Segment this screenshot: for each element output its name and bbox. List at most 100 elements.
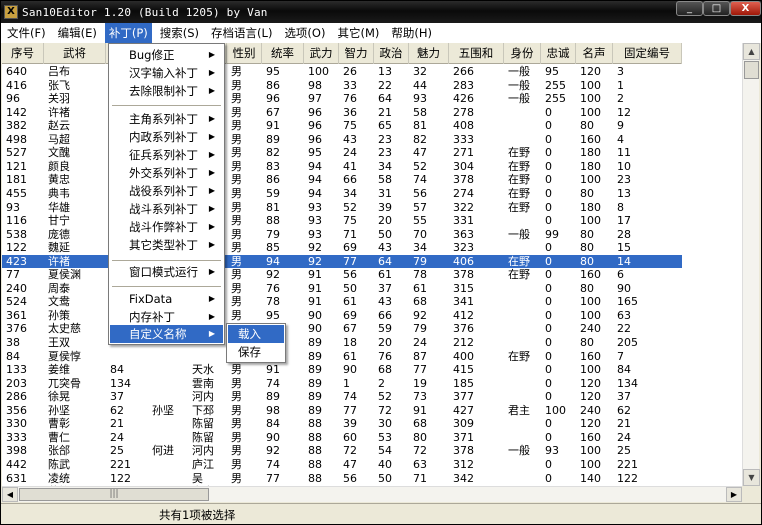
table-row[interactable]: 93华雄天水男8193523957322在野01808 <box>2 201 682 215</box>
table-cell-col-status: 在野 <box>508 159 530 173</box>
table-row[interactable]: 416张飞刘备男8698332244283一般2551001 <box>2 79 682 93</box>
table-row[interactable]: 538庞德武威男7993715070363一般998028 <box>2 228 682 242</box>
menu-item-kanji-input[interactable]: 汉字输入补丁 ▶ <box>110 64 223 82</box>
menu-item-remove-limits[interactable]: 去除限制补丁 ▶ <box>110 82 223 100</box>
table-row[interactable]: 38王双男6189182024212080205 <box>2 336 682 350</box>
scroll-right-icon[interactable]: ▶ <box>726 487 742 502</box>
menu-file[interactable]: 文件(F) <box>3 23 50 43</box>
table-cell-col-gender: 男 <box>231 444 242 458</box>
table-row[interactable]: 203 兀突骨 134 雲南 男 74 89 1 2 19 185 0 120 134 <box>2 377 682 391</box>
scroll-down-icon[interactable]: ▼ <box>743 469 760 486</box>
menu-item-custom-name[interactable]: 自定义名称 ▶ <box>110 325 223 343</box>
menu-item-bug-fix[interactable]: Bug修正 ▶ <box>110 46 223 64</box>
table-cell-col-leadership: 89 <box>266 390 280 404</box>
column-header-col-politics[interactable]: 政治 <box>374 43 409 64</box>
table-row[interactable]: 498马超武威男899643238233301604 <box>2 133 682 147</box>
table-row[interactable]: 631 凌统 122 吴 男 77 88 56 50 71 342 0 140 122 <box>2 472 682 486</box>
table-row[interactable]: 382赵云北平男91967565814080809 <box>2 119 682 133</box>
menu-edit[interactable]: 编辑(E) <box>54 23 101 43</box>
table-cell-col-politics: 52 <box>378 390 392 404</box>
table-row[interactable]: 286 徐晃 37 河内 男 89 89 74 52 73 377 0 120 37 <box>2 390 682 404</box>
table-row[interactable]: 376太史慈北海男8190675979376024022 <box>2 322 682 336</box>
table-cell-col-gender: 男 <box>231 214 242 228</box>
table-cell-col-fame: 80 <box>580 336 594 349</box>
column-header-col-gender[interactable]: 性别 <box>227 43 262 64</box>
scroll-left-icon[interactable]: ◀ <box>2 487 18 502</box>
menu-item-fixdata[interactable]: FixData ▶ <box>110 290 223 308</box>
table-row[interactable]: 122魏延汝南男859269433432308015 <box>2 241 682 255</box>
table-row[interactable]: 442 陈武 221 庐江 男 74 88 47 40 63 312 0 100 221 <box>2 458 682 472</box>
table-row[interactable]: 116甘宁江州男8893752055331010017 <box>2 214 682 228</box>
menu-item-protagonist[interactable]: 主角系列补丁 ▶ <box>110 110 223 128</box>
menu-other[interactable]: 其它(M) <box>333 23 383 43</box>
table-row[interactable]: 361孙策吴男9590696692412010063 <box>2 309 682 323</box>
table-cell-col-index: 333 <box>6 430 27 444</box>
table-row[interactable]: 333 曹仁 24 陈留 男 90 88 60 53 80 371 0 160 24 <box>2 431 682 445</box>
table-cell-col-intelligence: 76 <box>343 92 357 106</box>
table-cell-col-intelligence: 61 <box>343 349 357 363</box>
menu-item-other-patch[interactable]: 其它类型补丁 ▶ <box>110 236 223 254</box>
horizontal-scrollbar[interactable]: ◀ ||| ▶ <box>2 486 742 502</box>
menu-separator <box>112 105 221 106</box>
menu-item-battle-cheat[interactable]: 战斗作弊补丁 ▶ <box>110 218 223 236</box>
table-cell-col-charm: 32 <box>413 65 427 78</box>
menu-item-diplomacy[interactable]: 外交系列补丁 ▶ <box>110 164 223 182</box>
menu-item-window-mode[interactable]: 窗口模式运行 ▶ <box>110 263 223 281</box>
menu-item-campaign[interactable]: 战役系列补丁 ▶ <box>110 182 223 200</box>
table-row[interactable]: 423许褚晋阳男9492776479406在野08014 <box>2 254 682 269</box>
column-header-col-status[interactable]: 身份 <box>504 43 541 64</box>
menu-patch[interactable]: 补丁(P) <box>104 23 152 43</box>
vertical-scrollbar[interactable]: ▲ ▼ <box>742 43 760 486</box>
menu-item-domestic[interactable]: 内政系列补丁 ▶ <box>110 128 223 146</box>
column-header-col-intelligence[interactable]: 智力 <box>339 43 374 64</box>
close-button[interactable]: X <box>730 1 761 16</box>
submenu-item-load[interactable]: 载入 <box>228 325 284 343</box>
menu-search[interactable]: 搜索(S) <box>156 23 203 43</box>
column-header-col-index[interactable]: 序号 <box>2 43 44 64</box>
table-cell-col-leadership: 91 <box>266 363 280 377</box>
menu-item-memory-patch[interactable]: 内存补丁 ▶ <box>110 308 223 326</box>
table-row[interactable]: 356 孙坚 62 孙坚 下邳 男 98 89 77 72 91 427 君主 100 240 62 <box>2 404 682 418</box>
menu-item-battle[interactable]: 战斗系列补丁 ▶ <box>110 200 223 218</box>
table-row[interactable]: 527文醜南皮男8295242347271在野018011 <box>2 146 682 160</box>
maximize-button[interactable]: □ <box>703 1 730 16</box>
table-row[interactable]: 77夏侯渊陈留男9291566178378在野01606 <box>2 268 682 282</box>
minimize-button[interactable]: _ <box>676 1 703 16</box>
table-row[interactable]: 330 曹彰 21 陈留 男 84 88 39 30 68 309 0 120 21 <box>2 417 682 431</box>
column-header-col-total[interactable]: 五围和 <box>449 43 504 64</box>
title-bar[interactable]: X San10Editor 1.20 (Build 1205) by Van _… <box>1 1 761 23</box>
horizontal-scroll-thumb[interactable]: ||| <box>19 488 209 501</box>
table-row[interactable]: 524文鸯陈留男78916143683410100165 <box>2 295 682 309</box>
table-row[interactable]: 121颜良南皮男8394413452304在野018010 <box>2 160 682 174</box>
menu-item-label: 其它类型补丁 <box>129 238 198 252</box>
table-cell-col-status <box>504 282 541 296</box>
vertical-scroll-thumb[interactable] <box>744 61 759 79</box>
column-header-col-war[interactable]: 武力 <box>304 43 339 64</box>
table-row[interactable]: 96关羽刘备男9697766493426一般2551002 <box>2 92 682 106</box>
table-cell-col-charm: 79 <box>413 322 427 336</box>
menu-item-label: 主角系列补丁 <box>129 112 198 126</box>
submenu-item-save[interactable]: 保存 <box>228 343 284 361</box>
table-cell-col-politics: 37 <box>378 281 392 295</box>
table-row[interactable]: 133 姜维 84 天水 男 91 89 90 68 77 415 0 100 84 <box>2 363 682 377</box>
table-row[interactable]: 455典韦陈留男5994343156274在野08013 <box>2 187 682 201</box>
menu-item-conscription[interactable]: 征兵系列补丁 ▶ <box>110 146 223 164</box>
table-row[interactable]: 142许褚陈留男6796362158278010012 <box>2 106 682 120</box>
table-row[interactable]: 240周泰柴桑男769150376131508090 <box>2 282 682 296</box>
column-header-col-fixed-id[interactable]: 固定编号 <box>613 43 682 64</box>
table-cell-col-status <box>504 119 541 133</box>
column-header-col-loyalty[interactable]: 忠诚 <box>541 43 576 64</box>
table-row[interactable]: 84夏侯惇男8789617687400在野01607 <box>2 350 682 364</box>
column-header-col-charm[interactable]: 魅力 <box>409 43 449 64</box>
app-icon[interactable]: X <box>4 5 18 19</box>
table-row[interactable]: 640吕布晋阳男95100261332266一般951203 <box>2 65 682 79</box>
menu-help[interactable]: 帮助(H) <box>387 23 436 43</box>
menu-save-language[interactable]: 存档语言(L) <box>207 23 276 43</box>
column-header-col-name[interactable]: 武将 <box>44 43 106 64</box>
column-header-col-leadership[interactable]: 统率 <box>262 43 304 64</box>
table-row[interactable]: 181黄忠宛男8694665874378在野010023 <box>2 173 682 187</box>
scroll-up-icon[interactable]: ▲ <box>743 43 760 60</box>
menu-options[interactable]: 选项(O) <box>280 23 329 43</box>
column-header-col-fame[interactable]: 名声 <box>576 43 613 64</box>
table-row[interactable]: 398 张郃 25 何进 河内 男 92 88 72 54 72 378 一般 93 100 25 <box>2 444 682 458</box>
